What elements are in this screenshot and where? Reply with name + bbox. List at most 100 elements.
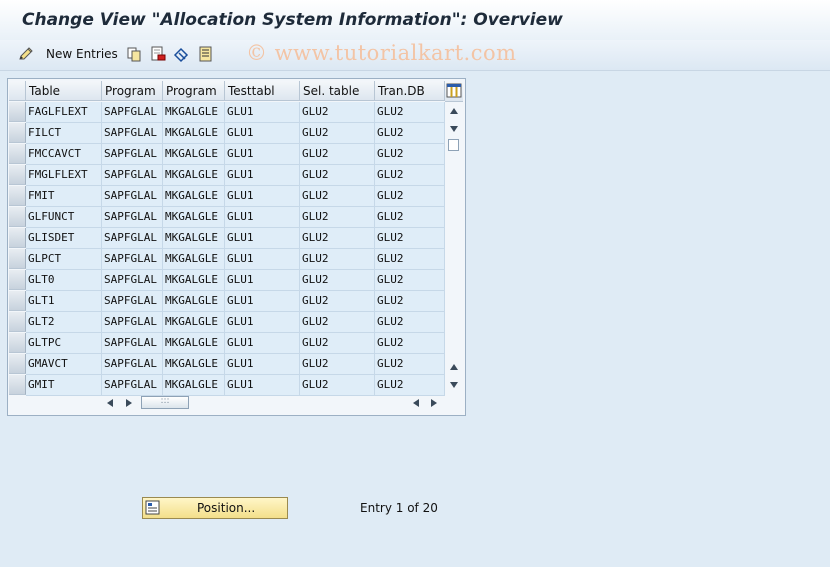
row-selector[interactable] (9, 354, 26, 374)
row-selector[interactable] (9, 333, 26, 353)
cell-table[interactable]: FMIT (26, 186, 102, 207)
cell-table[interactable]: GLFUNCT (26, 207, 102, 228)
cell-sel-table[interactable]: GLU2 (300, 102, 375, 123)
row-selector[interactable] (9, 186, 26, 206)
cell-testtabl[interactable]: GLU1 (225, 123, 300, 144)
cell-tran-db[interactable]: GLU2 (375, 312, 445, 333)
column-header-tran-db[interactable]: Tran.DB (375, 81, 445, 101)
cell-tran-db[interactable]: GLU2 (375, 249, 445, 270)
cell-table[interactable]: GMIT (26, 375, 102, 396)
cell-program[interactable]: SAPFGLAL (102, 144, 163, 165)
cell-testtabl[interactable]: GLU1 (225, 144, 300, 165)
cell-tran-db[interactable]: GLU2 (375, 291, 445, 312)
cell-sel-table[interactable]: GLU2 (300, 375, 375, 396)
cell-sel-table[interactable]: GLU2 (300, 333, 375, 354)
row-selector[interactable] (9, 165, 26, 185)
undo-change-icon[interactable] (173, 45, 191, 63)
scroll-right-end-icon[interactable] (431, 399, 437, 407)
scroll-page-up-icon[interactable] (450, 364, 458, 370)
select-block-icon[interactable] (197, 45, 215, 63)
cell-tran-db[interactable]: GLU2 (375, 144, 445, 165)
scroll-left-end-icon[interactable] (413, 399, 419, 407)
cell-table[interactable]: GLT2 (26, 312, 102, 333)
cell-table[interactable]: GLISDET (26, 228, 102, 249)
cell-sel-table[interactable]: GLU2 (300, 312, 375, 333)
cell-tran-db[interactable]: GLU2 (375, 207, 445, 228)
scroll-right-icon[interactable] (126, 399, 132, 407)
cell-program-2[interactable]: MKGALGLE (163, 186, 225, 207)
scroll-left-icon[interactable] (107, 399, 113, 407)
cell-table[interactable]: FMCCAVCT (26, 144, 102, 165)
cell-tran-db[interactable]: GLU2 (375, 186, 445, 207)
cell-table[interactable]: GMAVCT (26, 354, 102, 375)
cell-program-2[interactable]: MKGALGLE (163, 207, 225, 228)
cell-program[interactable]: SAPFGLAL (102, 165, 163, 186)
vertical-scroll-thumb[interactable] (448, 139, 459, 151)
cell-sel-table[interactable]: GLU2 (300, 354, 375, 375)
cell-program[interactable]: SAPFGLAL (102, 102, 163, 123)
cell-testtabl[interactable]: GLU1 (225, 228, 300, 249)
cell-tran-db[interactable]: GLU2 (375, 333, 445, 354)
cell-testtabl[interactable]: GLU1 (225, 102, 300, 123)
cell-tran-db[interactable]: GLU2 (375, 354, 445, 375)
cell-testtabl[interactable]: GLU1 (225, 207, 300, 228)
select-all-cell[interactable] (9, 81, 26, 101)
cell-table[interactable]: GLT1 (26, 291, 102, 312)
cell-program[interactable]: SAPFGLAL (102, 312, 163, 333)
row-selector[interactable] (9, 144, 26, 164)
cell-table[interactable]: GLT0 (26, 270, 102, 291)
row-selector[interactable] (9, 312, 26, 332)
cell-program-2[interactable]: MKGALGLE (163, 249, 225, 270)
column-header-sel-table[interactable]: Sel. table (300, 81, 375, 101)
cell-testtabl[interactable]: GLU1 (225, 270, 300, 291)
delete-icon[interactable] (149, 45, 167, 63)
row-selector[interactable] (9, 228, 26, 248)
cell-sel-table[interactable]: GLU2 (300, 291, 375, 312)
cell-program-2[interactable]: MKGALGLE (163, 270, 225, 291)
cell-program-2[interactable]: MKGALGLE (163, 354, 225, 375)
cell-tran-db[interactable]: GLU2 (375, 102, 445, 123)
cell-table[interactable]: FMGLFLEXT (26, 165, 102, 186)
cell-tran-db[interactable]: GLU2 (375, 270, 445, 291)
cell-program-2[interactable]: MKGALGLE (163, 375, 225, 396)
cell-testtabl[interactable]: GLU1 (225, 354, 300, 375)
cell-program-2[interactable]: MKGALGLE (163, 102, 225, 123)
cell-program[interactable]: SAPFGLAL (102, 291, 163, 312)
cell-sel-table[interactable]: GLU2 (300, 123, 375, 144)
new-entries-button[interactable]: New Entries (46, 47, 118, 61)
scroll-down-icon[interactable] (450, 126, 458, 132)
cell-table[interactable]: GLTPC (26, 333, 102, 354)
cell-program[interactable]: SAPFGLAL (102, 186, 163, 207)
cell-program[interactable]: SAPFGLAL (102, 333, 163, 354)
cell-table[interactable]: FILCT (26, 123, 102, 144)
cell-testtabl[interactable]: GLU1 (225, 312, 300, 333)
cell-testtabl[interactable]: GLU1 (225, 186, 300, 207)
cell-program-2[interactable]: MKGALGLE (163, 144, 225, 165)
column-header-program-2[interactable]: Program (163, 81, 225, 101)
cell-program-2[interactable]: MKGALGLE (163, 291, 225, 312)
cell-table[interactable]: FAGLFLEXT (26, 102, 102, 123)
edit-pencil-icon[interactable] (17, 45, 35, 63)
column-header-testtabl[interactable]: Testtabl (225, 81, 300, 101)
scroll-page-down-icon[interactable] (450, 382, 458, 388)
row-selector[interactable] (9, 207, 26, 227)
cell-sel-table[interactable]: GLU2 (300, 270, 375, 291)
cell-sel-table[interactable]: GLU2 (300, 186, 375, 207)
row-selector[interactable] (9, 375, 26, 395)
cell-program-2[interactable]: MKGALGLE (163, 123, 225, 144)
cell-program-2[interactable]: MKGALGLE (163, 333, 225, 354)
cell-sel-table[interactable]: GLU2 (300, 228, 375, 249)
cell-testtabl[interactable]: GLU1 (225, 165, 300, 186)
cell-program-2[interactable]: MKGALGLE (163, 228, 225, 249)
copy-icon[interactable] (125, 45, 143, 63)
cell-program[interactable]: SAPFGLAL (102, 354, 163, 375)
cell-sel-table[interactable]: GLU2 (300, 144, 375, 165)
row-selector[interactable] (9, 270, 26, 290)
cell-program-2[interactable]: MKGALGLE (163, 312, 225, 333)
cell-program[interactable]: SAPFGLAL (102, 228, 163, 249)
column-header-program[interactable]: Program (102, 81, 163, 101)
cell-testtabl[interactable]: GLU1 (225, 291, 300, 312)
vertical-scrollbar[interactable] (445, 102, 463, 394)
cell-sel-table[interactable]: GLU2 (300, 249, 375, 270)
cell-tran-db[interactable]: GLU2 (375, 165, 445, 186)
